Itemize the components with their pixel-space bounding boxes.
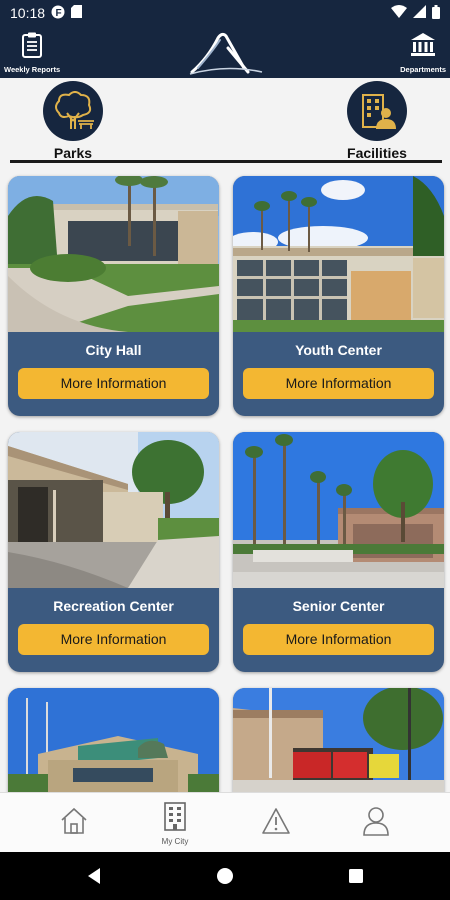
nav-my-city-label: My City <box>161 836 189 846</box>
city-hall-photo <box>8 176 219 332</box>
category-facilities-label: Facilities <box>347 145 407 161</box>
signal-icon <box>413 5 426 21</box>
sd-card-icon <box>71 5 83 21</box>
facility-title: Senior Center <box>292 598 385 614</box>
bottom-navigation: My City <box>0 792 450 852</box>
government-building-icon <box>410 32 436 63</box>
facility-card-fire-station[interactable] <box>233 688 444 792</box>
notification-f-icon: F <box>51 5 65 22</box>
warning-icon <box>261 807 291 840</box>
wifi-icon <box>391 5 407 21</box>
facility-list[interactable]: City Hall More Information Youth Center … <box>0 164 450 792</box>
weekly-reports-label: Weekly Reports <box>4 65 61 74</box>
status-time: 10:18 <box>10 5 46 21</box>
category-selector: Parks Facilities <box>0 78 450 164</box>
battery-icon <box>432 4 440 22</box>
category-parks-label: Parks <box>53 145 93 161</box>
facility-title: Youth Center <box>295 342 382 358</box>
nav-home[interactable] <box>18 793 130 853</box>
app-header: Weekly Reports Departments <box>0 26 450 78</box>
youth-center-photo <box>233 176 444 332</box>
facility-title: City Hall <box>85 342 142 358</box>
facility-photo <box>8 688 219 792</box>
nav-profile[interactable] <box>320 793 432 853</box>
facility-card-library[interactable] <box>8 688 219 792</box>
svg-text:F: F <box>56 8 62 19</box>
status-bar: 10:18 F <box>0 0 450 26</box>
category-parks[interactable]: Parks <box>43 81 103 161</box>
facility-photo <box>233 688 444 792</box>
departments-button[interactable]: Departments <box>400 32 446 74</box>
city-building-icon <box>161 801 189 836</box>
city-logo-icon <box>188 28 264 81</box>
nav-alerts[interactable] <box>220 793 332 853</box>
profile-icon <box>362 806 390 841</box>
departments-label: Departments <box>400 65 446 74</box>
weekly-reports-button[interactable]: Weekly Reports <box>4 32 60 74</box>
system-navigation-bar <box>0 852 450 900</box>
more-information-button[interactable]: More Information <box>18 368 209 399</box>
recreation-center-photo <box>8 432 219 588</box>
home-circle-icon[interactable] <box>195 852 255 900</box>
category-divider <box>10 160 442 163</box>
more-information-button[interactable]: More Information <box>18 624 209 655</box>
building-person-icon <box>347 81 407 141</box>
facility-title: Recreation Center <box>53 598 174 614</box>
more-information-button[interactable]: More Information <box>243 368 434 399</box>
facility-card-youth-center[interactable]: Youth Center More Information <box>233 176 444 416</box>
home-icon <box>59 806 89 841</box>
more-information-button[interactable]: More Information <box>243 624 434 655</box>
tree-icon <box>43 81 103 141</box>
back-icon[interactable] <box>64 852 124 900</box>
senior-center-photo <box>233 432 444 588</box>
facility-card-senior-center[interactable]: Senior Center More Information <box>233 432 444 672</box>
facility-card-recreation-center[interactable]: Recreation Center More Information <box>8 432 219 672</box>
recents-icon[interactable] <box>326 852 386 900</box>
facility-card-city-hall[interactable]: City Hall More Information <box>8 176 219 416</box>
category-facilities[interactable]: Facilities <box>347 81 407 161</box>
nav-my-city[interactable]: My City <box>119 793 231 853</box>
clipboard-icon <box>21 32 43 63</box>
